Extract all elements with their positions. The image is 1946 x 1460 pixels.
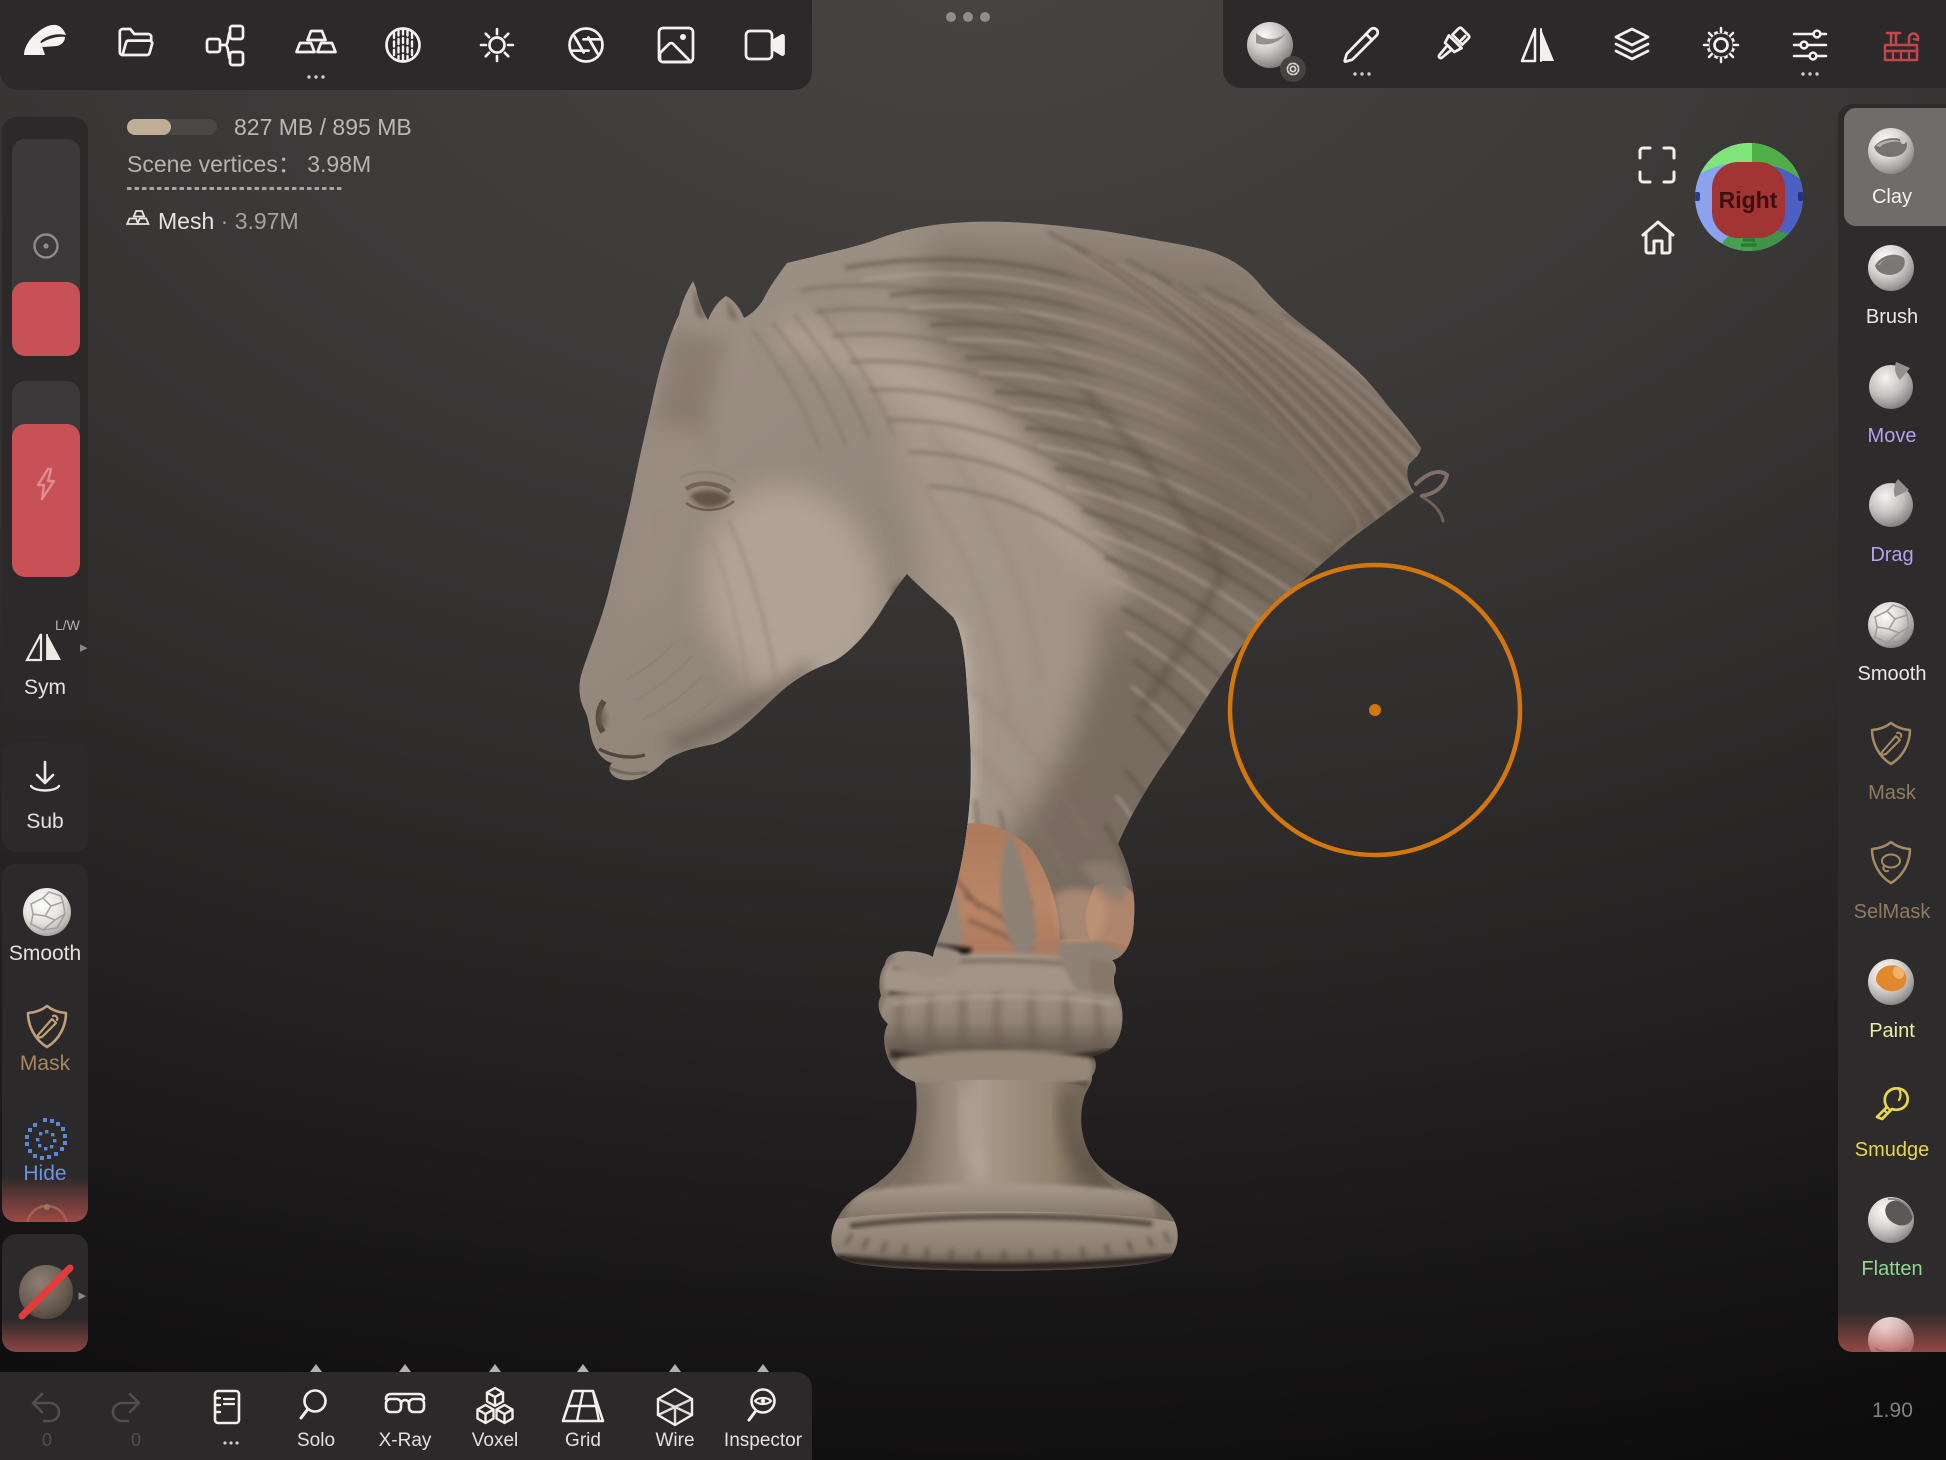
svg-text:Right: Right: [1719, 187, 1778, 213]
